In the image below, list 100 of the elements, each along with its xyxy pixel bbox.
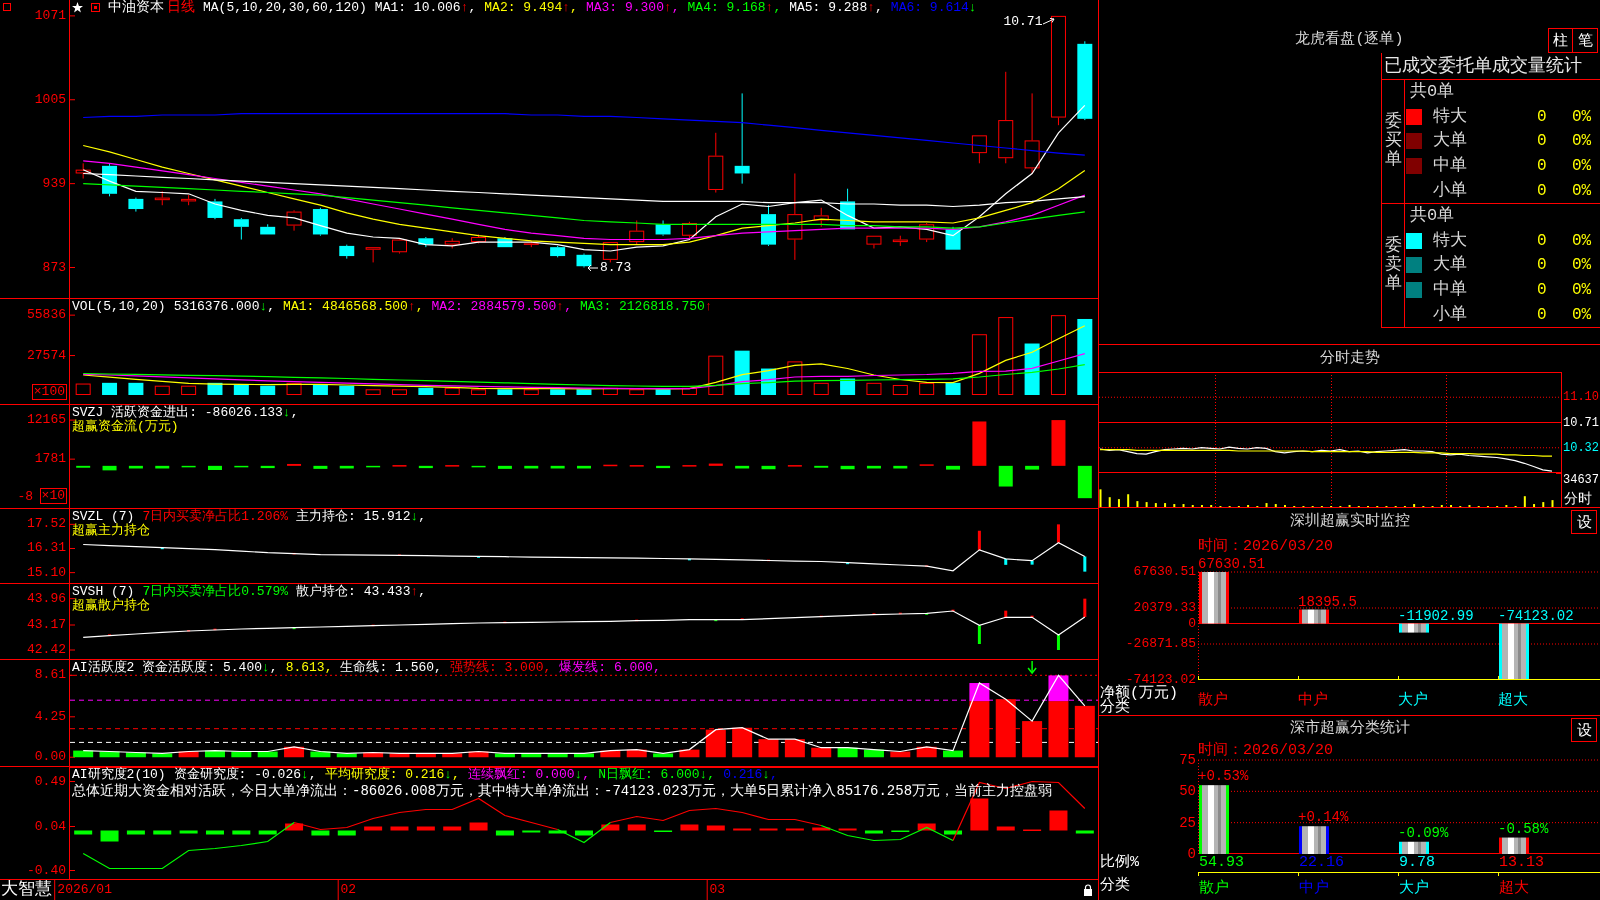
legend-text: 连续飘红: 0.000↓, <box>467 767 591 782</box>
legend-text: 资金研究度: -0.026↓, <box>173 767 317 782</box>
order-count: 0 <box>1537 180 1548 201</box>
scale-multiplier: ×10 <box>39 488 67 504</box>
legend-text: 散户持仓: 43.433↑, <box>296 584 427 599</box>
axis-tick-label: 0 <box>1188 616 1196 631</box>
legend-text: MA3: 2126818.750↑ <box>580 299 713 314</box>
legend-text: MA2: 9.494↑, <box>484 0 578 15</box>
axis-tick-label: 1005 <box>34 92 66 107</box>
legend-text: MA5: 9.288↑, <box>789 0 883 15</box>
scale-multiplier: ×100 <box>31 384 67 400</box>
order-size-label: 大单 <box>1433 131 1468 152</box>
indicator-caption: 超赢散户持仓 <box>72 599 151 613</box>
axis-tick-label: 75 <box>1179 753 1196 767</box>
legend-text: SVZJ <box>72 405 104 420</box>
order-percent: 0% <box>1572 230 1593 251</box>
axis-tick-label: 0.00 <box>34 750 66 765</box>
axis-tick-label: -8 <box>17 490 33 504</box>
order-count: 0 <box>1537 280 1548 301</box>
legend-text: 主力持仓: 15.912↓, <box>296 509 427 524</box>
panel-title: 深市超赢分类统计 <box>1289 720 1410 738</box>
order-size-label: 特大 <box>1433 106 1468 127</box>
axis-tick-label: 1071 <box>34 8 66 23</box>
axis-tick-label: 34637 <box>1563 473 1599 487</box>
order-size-label: 小单 <box>1433 304 1468 325</box>
legend-text: 活跃资金进出: -86026.133↓, <box>111 405 299 420</box>
order-count: 0 <box>1537 230 1548 251</box>
order-count: 0 <box>1537 131 1548 152</box>
axis-tick-label: 0.49 <box>34 774 66 789</box>
order-percent: 0% <box>1572 255 1593 276</box>
change-label: -0.09% <box>1398 825 1449 840</box>
value-label: -11902.99 <box>1398 608 1474 623</box>
change-label: +0.53% <box>1198 769 1249 784</box>
legend-text: MA3: 9.300↑, <box>585 0 680 15</box>
legend-text: 生命线: 1.560, <box>340 660 442 675</box>
indicator-caption: 超赢主力持仓 <box>72 524 151 538</box>
legend-text: MA2: 2884579.500↑, <box>431 299 572 314</box>
legend-text: 8.613, <box>285 660 333 675</box>
axis-tick-label: -0.40 <box>27 863 66 878</box>
order-size-label: 小单 <box>1433 180 1468 201</box>
panel-title: 分时走势 <box>1319 349 1380 368</box>
order-percent: 0% <box>1572 156 1593 177</box>
axis-tick-label: 43.17 <box>27 618 66 632</box>
date-label: 02 <box>337 880 357 900</box>
panel-title: 龙虎看盘(逐单) <box>1295 31 1404 50</box>
order-count: 0 <box>1537 304 1548 325</box>
legend-text: 平均研究度: 0.216↓, <box>324 767 460 782</box>
order-count: 0 <box>1537 156 1548 177</box>
axis-tick-label: 27574 <box>27 348 66 363</box>
order-percent: 0% <box>1572 106 1593 127</box>
axis-tick-label: 16.31 <box>27 541 66 556</box>
axis-tick-label: 873 <box>42 260 66 275</box>
axis-tick-label: 20379.33 <box>1133 601 1196 615</box>
value-label: 67630.51 <box>1198 557 1266 571</box>
axis-tick-label: 55836 <box>27 308 66 323</box>
legend-text: VOL(5,10,20) <box>72 299 166 314</box>
order-percent: 0% <box>1572 280 1593 301</box>
legend-text: 5316376.000↓, <box>173 299 276 314</box>
order-size-label: 特大 <box>1433 230 1468 251</box>
value-label: 22.16 <box>1299 856 1344 870</box>
legend-text: N日飘红: 6.000↓, <box>598 767 716 782</box>
stats-heading: 已成交委托单成交量统计 <box>1382 53 1600 80</box>
group-label: 委买单 <box>1384 113 1402 170</box>
legend-text: MA6: 9.614↓ <box>890 0 977 15</box>
axis-tick-label: 10.71 <box>1563 415 1599 430</box>
legend-text: 爆发线: 6.000, <box>559 660 661 675</box>
legend-text: 7日内买卖净占比0.579% <box>142 584 289 599</box>
legend-text: SVSH (7) <box>72 584 135 599</box>
order-total: 共0单 <box>1410 206 1455 227</box>
legend-text: 7日内买卖净占比1.206% <box>142 509 289 524</box>
order-size-label: 中单 <box>1433 280 1468 301</box>
axis-tick-label: 11.10 <box>1563 390 1599 405</box>
date-text: 时间：2026/03/20 <box>1198 538 1333 556</box>
value-label: 9.78 <box>1399 856 1435 870</box>
group-label: 委卖单 <box>1384 237 1402 294</box>
axis-tick-label: 8.61 <box>34 668 66 683</box>
legend-text: 资金活跃度: 5.400↓, <box>142 660 278 675</box>
axis-tick-label: 15.10 <box>27 565 66 580</box>
value-label: 18395.5 <box>1298 594 1357 609</box>
axis-tick-label: -26871.85 <box>1125 637 1196 651</box>
order-percent: 0% <box>1572 131 1593 152</box>
axis-tick-label: 1781 <box>34 452 66 467</box>
axis-tick-label: 25 <box>1179 815 1196 830</box>
legend-text: MA1: 4846568.500↑, <box>283 299 424 314</box>
order-total: 共0单 <box>1410 82 1455 103</box>
stock-name: 中油资本 <box>108 0 164 15</box>
legend-text: MA1: 10.006↑, <box>374 0 477 15</box>
legend-text: AI研究度2(10) <box>72 767 166 782</box>
order-count: 0 <box>1537 255 1548 276</box>
brand-label: 大智慧 <box>0 880 52 900</box>
change-label: -0.58% <box>1498 821 1549 836</box>
axis-tick-label: 17.52 <box>27 517 66 532</box>
date-text: 时间：2026/03/20 <box>1198 742 1333 760</box>
change-label: +0.14% <box>1298 810 1349 825</box>
date-label: 2026/01 <box>54 880 112 900</box>
axis-tick-label: 0 <box>1187 847 1196 861</box>
axis-tick-label: 67630.51 <box>1133 565 1196 579</box>
order-count: 0 <box>1537 106 1548 127</box>
axis-tick-label: 10.32 <box>1563 440 1599 455</box>
value-label: 13.13 <box>1499 856 1544 870</box>
